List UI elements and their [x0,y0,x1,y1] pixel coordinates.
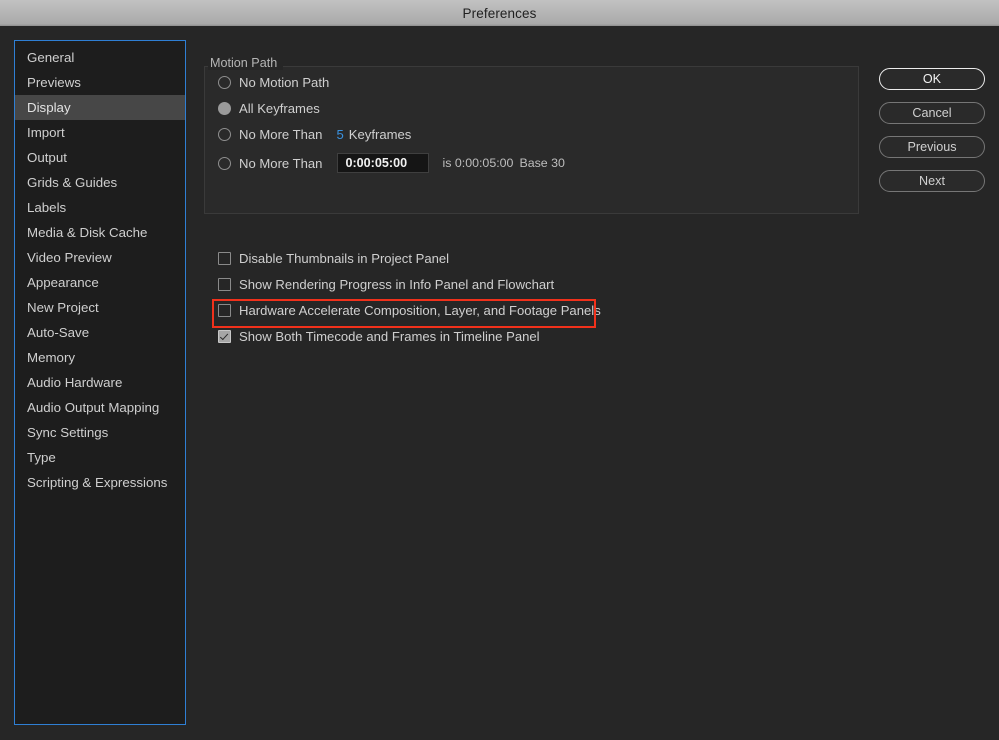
sidebar-item-display[interactable]: Display [15,95,185,120]
checkbox-row-hardware-accelerate-composition-layer[interactable]: Hardware Accelerate Composition, Layer, … [218,303,601,318]
cancel-button[interactable]: Cancel [879,102,985,124]
sidebar-item-grids-guides[interactable]: Grids & Guides [15,170,185,195]
sidebar-item-import[interactable]: Import [15,120,185,145]
checkbox-row-show-rendering-progress-in[interactable]: Show Rendering Progress in Info Panel an… [218,277,554,292]
radio-label-no-motion-path: No Motion Path [239,75,330,90]
checkbox-show-both-timecode-and[interactable] [218,330,231,343]
radio-row-no-more-than-keyframes[interactable]: No More Than 5 Keyframes [218,127,411,142]
sidebar-item-new-project[interactable]: New Project [15,295,185,320]
sidebar-item-previews[interactable]: Previews [15,70,185,95]
next-button[interactable]: Next [879,170,985,192]
radio-label-all-keyframes: All Keyframes [239,101,320,116]
checkbox-row-show-both-timecode-and[interactable]: Show Both Timecode and Frames in Timelin… [218,329,540,344]
radio-no-motion-path[interactable] [218,76,231,89]
window-titlebar: Preferences [0,0,999,26]
timecode-note-prefix: is [442,156,452,170]
radio-label-no-more-than-keyframes: No More Than [239,127,323,142]
motion-path-legend: Motion Path [208,56,284,70]
checkbox-hardware-accelerate-composition-layer[interactable] [218,304,231,317]
checkbox-disable-thumbnails-in-project[interactable] [218,252,231,265]
display-settings-pane: Motion Path No Motion Path All Keyframes… [200,40,865,730]
radio-row-no-motion-path[interactable]: No Motion Path [218,75,329,90]
sidebar-item-type[interactable]: Type [15,445,185,470]
window-title: Preferences [462,5,537,21]
radio-no-more-than-timecode[interactable] [218,156,231,170]
preferences-dialog: Preferences General Previews Display Import… [0,0,999,740]
sidebar-item-audio-hardware[interactable]: Audio Hardware [15,370,185,395]
radio-row-no-more-than-timecode[interactable]: No More Than is 0:00:05:00 Base 30 [218,153,565,173]
checkbox-label-show-rendering-progress-in: Show Rendering Progress in Info Panel an… [239,277,555,292]
preferences-category-list[interactable]: General Previews Display Import Output Grids … [14,40,186,725]
timecode-input[interactable] [337,153,430,173]
checkbox-row-disable-thumbnails-in-project[interactable]: Disable Thumbnails in Project Panel [218,251,449,266]
sidebar-item-media-disk-cache[interactable]: Media & Disk Cache [15,220,185,245]
radio-label-no-more-than-timecode: No More Than [239,155,323,171]
checkbox-label-disable-thumbnails-in-project: Disable Thumbnails in Project Panel [239,251,450,266]
dialog-body: General Previews Display Import Output Grids … [0,26,999,740]
sidebar-item-audio-output-mapping[interactable]: Audio Output Mapping [15,395,185,420]
previous-button[interactable]: Previous [879,136,985,158]
sidebar-item-appearance[interactable]: Appearance [15,270,185,295]
checkbox-label-show-both-timecode-and: Show Both Timecode and Frames in Timelin… [239,329,540,344]
radio-row-all-keyframes[interactable]: All Keyframes [218,101,320,116]
sidebar-item-auto-save[interactable]: Auto-Save [15,320,185,345]
timecode-note-value: 0:00:05:00 [454,156,514,170]
timecode-note: is 0:00:05:00 Base 30 [442,156,564,170]
sidebar-item-labels[interactable]: Labels [15,195,185,220]
keyframes-count-unit: Keyframes [348,127,412,142]
dialog-button-column: OK Cancel Previous Next [879,68,985,204]
sidebar-item-sync-settings[interactable]: Sync Settings [15,420,185,445]
sidebar-item-output[interactable]: Output [15,145,185,170]
checkbox-label-hardware-accelerate-composition-layer: Hardware Accelerate Composition, Layer, … [239,303,601,318]
radio-all-keyframes[interactable] [218,102,231,115]
sidebar-item-video-preview[interactable]: Video Preview [15,245,185,270]
sidebar-item-memory[interactable]: Memory [15,345,185,370]
sidebar-item-scripting-expressions[interactable]: Scripting & Expressions [15,470,185,495]
ok-button[interactable]: OK [879,68,985,90]
keyframes-count-value[interactable]: 5 [336,127,343,142]
radio-no-more-than-keyframes[interactable] [218,128,231,141]
checkbox-show-rendering-progress-in[interactable] [218,278,231,291]
sidebar-item-general[interactable]: General [15,45,185,70]
timecode-note-base: Base 30 [519,156,565,170]
